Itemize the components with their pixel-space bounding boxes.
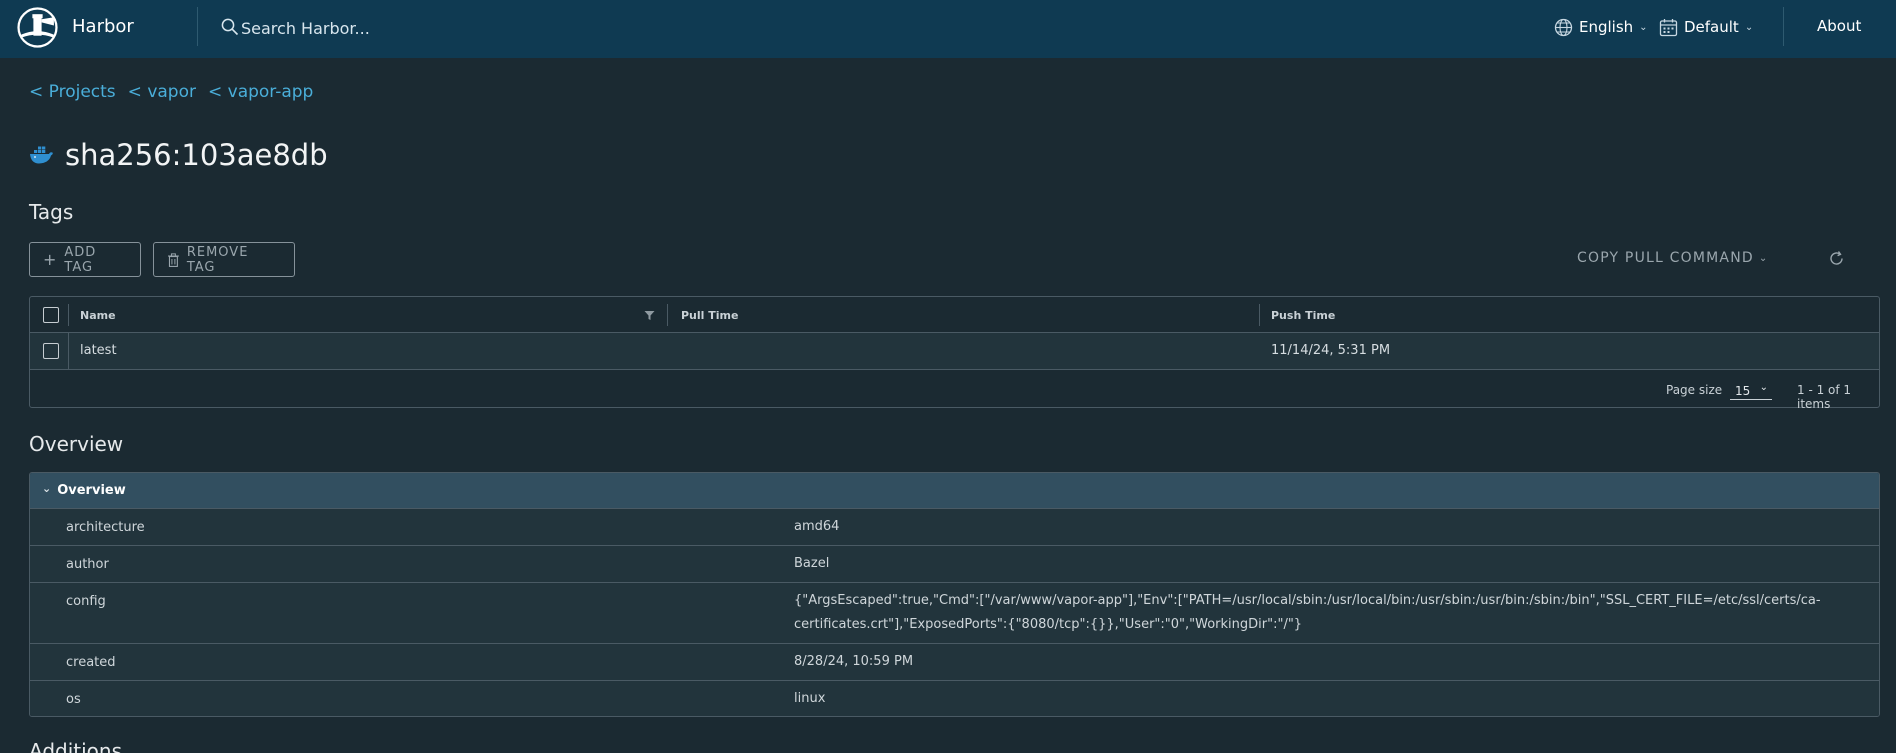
- theme-selector[interactable]: Default ⌄: [1659, 16, 1753, 38]
- artifact-header: sha256:103ae8db: [29, 138, 328, 172]
- column-separator: [667, 304, 668, 326]
- additions-section-title: Additions: [29, 739, 123, 753]
- overview-key: os: [66, 692, 81, 707]
- trash-icon: [167, 252, 179, 267]
- column-separator: [68, 333, 69, 370]
- datagrid-header: Name Pull Time Push Time: [30, 297, 1879, 333]
- push-time-cell: 11/14/24, 5:31 PM: [1271, 343, 1391, 358]
- add-tag-button[interactable]: + ADD TAG: [29, 242, 141, 277]
- page-size-value: 15: [1735, 384, 1751, 398]
- chevron-down-icon: ⌄: [1744, 21, 1754, 33]
- breadcrumb: < Projects < vapor < vapor-app: [29, 82, 313, 102]
- chevron-down-icon: ⌄: [42, 482, 52, 495]
- overview-row-architecture: architecture amd64: [30, 508, 1879, 545]
- overview-row-os: os linux: [30, 680, 1879, 716]
- tags-datagrid: Name Pull Time Push Time latest 11/14/24…: [29, 296, 1880, 411]
- header-divider: [197, 7, 198, 46]
- header-divider: [1783, 7, 1784, 46]
- overview-stack-view: ⌄ Overview architecture amd64 author Baz…: [29, 472, 1880, 717]
- overview-key: author: [66, 557, 109, 572]
- copy-pull-command-label: COPY PULL COMMAND: [1577, 250, 1754, 266]
- chevron-down-icon: ⌄: [1758, 252, 1769, 264]
- overview-value: amd64: [794, 519, 840, 534]
- select-all-checkbox[interactable]: [43, 307, 59, 323]
- harbor-logo-icon[interactable]: [17, 7, 58, 48]
- overview-key: config: [66, 594, 106, 609]
- search-icon: [221, 18, 239, 36]
- chevron-down-icon: ⌄: [1759, 382, 1768, 393]
- column-separator: [68, 304, 69, 326]
- overview-panel-header[interactable]: ⌄ Overview: [30, 473, 1879, 508]
- overview-section-title: Overview: [29, 432, 124, 456]
- page-size-select[interactable]: 15 ⌄: [1730, 379, 1772, 400]
- column-separator: [1259, 304, 1260, 326]
- about-link[interactable]: About: [1817, 17, 1861, 35]
- column-header-name[interactable]: Name: [80, 309, 116, 322]
- theme-label: Default: [1684, 18, 1739, 36]
- overview-row-created: created 8/28/24, 10:59 PM: [30, 643, 1879, 680]
- search-input[interactable]: [241, 17, 511, 39]
- plus-icon: +: [43, 250, 58, 269]
- breadcrumb-projects[interactable]: < Projects: [29, 82, 116, 102]
- pagination-count: 1 - 1 of 1 items: [1797, 383, 1852, 411]
- overview-key: created: [66, 655, 116, 670]
- overview-value: linux: [794, 691, 826, 706]
- table-row[interactable]: latest 11/14/24, 5:31 PM: [30, 333, 1879, 370]
- overview-key: architecture: [66, 520, 145, 535]
- language-label: English: [1579, 18, 1634, 36]
- row-checkbox[interactable]: [43, 343, 59, 359]
- language-selector[interactable]: English ⌄: [1554, 16, 1648, 38]
- refresh-icon[interactable]: [1828, 250, 1845, 267]
- tags-section-title: Tags: [29, 200, 74, 224]
- column-header-push-time[interactable]: Push Time: [1271, 309, 1335, 322]
- calendar-icon: [1659, 18, 1678, 36]
- global-search[interactable]: [221, 17, 521, 39]
- overview-row-config: config {"ArgsEscaped":true,"Cmd":["/var/…: [30, 582, 1879, 643]
- chevron-down-icon: ⌄: [1639, 21, 1648, 33]
- globe-icon: [1554, 18, 1573, 36]
- docker-whale-icon: [30, 146, 53, 163]
- datagrid-footer: Page size 15 ⌄ 1 - 1 of 1 items: [30, 370, 1879, 411]
- brand-name[interactable]: Harbor: [72, 16, 134, 37]
- remove-tag-label: REMOVE TAG: [186, 244, 249, 275]
- overview-panel-title: Overview: [57, 483, 126, 498]
- breadcrumb-repository[interactable]: < vapor-app: [208, 82, 313, 102]
- remove-tag-button[interactable]: REMOVE TAG: [153, 242, 295, 277]
- copy-pull-command-button[interactable]: COPY PULL COMMAND ⌄: [1577, 250, 1768, 266]
- overview-value: 8/28/24, 10:59 PM: [794, 654, 914, 669]
- artifact-title: sha256:103ae8db: [65, 138, 328, 172]
- page-size-label: Page size: [1666, 383, 1723, 397]
- overview-row-author: author Bazel: [30, 545, 1879, 582]
- add-tag-label: ADD TAG: [64, 244, 97, 275]
- overview-value: Bazel: [794, 556, 830, 571]
- top-header: Harbor English ⌄ Def: [0, 0, 1896, 58]
- tag-name-cell[interactable]: latest: [80, 343, 117, 358]
- filter-icon[interactable]: [644, 310, 655, 321]
- column-header-pull-time[interactable]: Pull Time: [681, 309, 738, 322]
- breadcrumb-project[interactable]: < vapor: [128, 82, 196, 102]
- overview-value: {"ArgsEscaped":true,"Cmd":["/var/www/vap…: [794, 593, 1821, 632]
